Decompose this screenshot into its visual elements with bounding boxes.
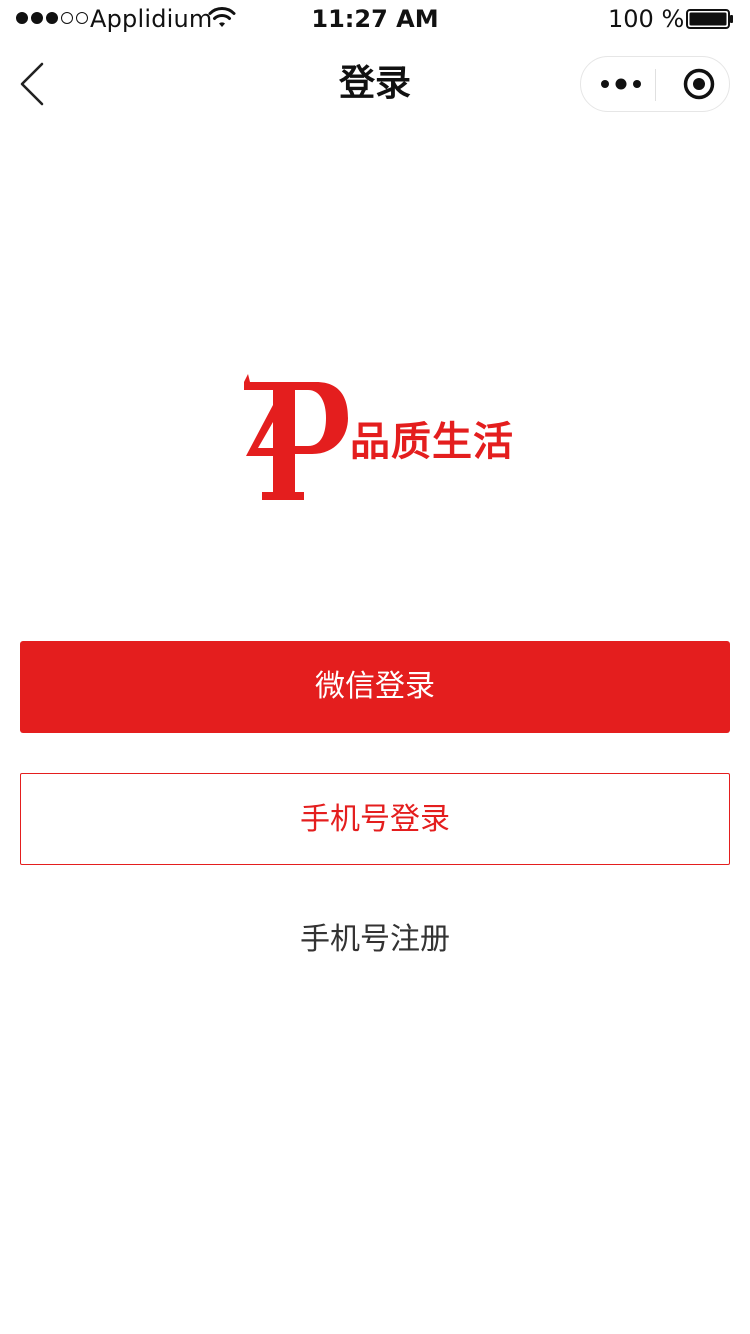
- capsule-divider: [655, 69, 656, 101]
- wechat-login-button[interactable]: 微信登录: [20, 641, 730, 733]
- mini-program-capsule: [580, 56, 730, 112]
- app-screen: Applidium 11:27 AM 100 % 登录 品质生活 微信登录 手机…: [0, 0, 750, 1334]
- battery-percentage: 100 %: [608, 5, 685, 33]
- battery-icon: [686, 9, 733, 29]
- status-bar: Applidium 11:27 AM 100 %: [0, 0, 750, 40]
- navigation-bar: 登录: [0, 40, 750, 128]
- phone-login-button[interactable]: 手机号登录: [20, 773, 730, 865]
- brand-slogan: 品质生活: [350, 419, 514, 465]
- target-circle-icon[interactable]: [657, 57, 729, 111]
- phone-register-link[interactable]: 手机号注册: [0, 918, 750, 962]
- more-dots-icon[interactable]: [597, 57, 655, 111]
